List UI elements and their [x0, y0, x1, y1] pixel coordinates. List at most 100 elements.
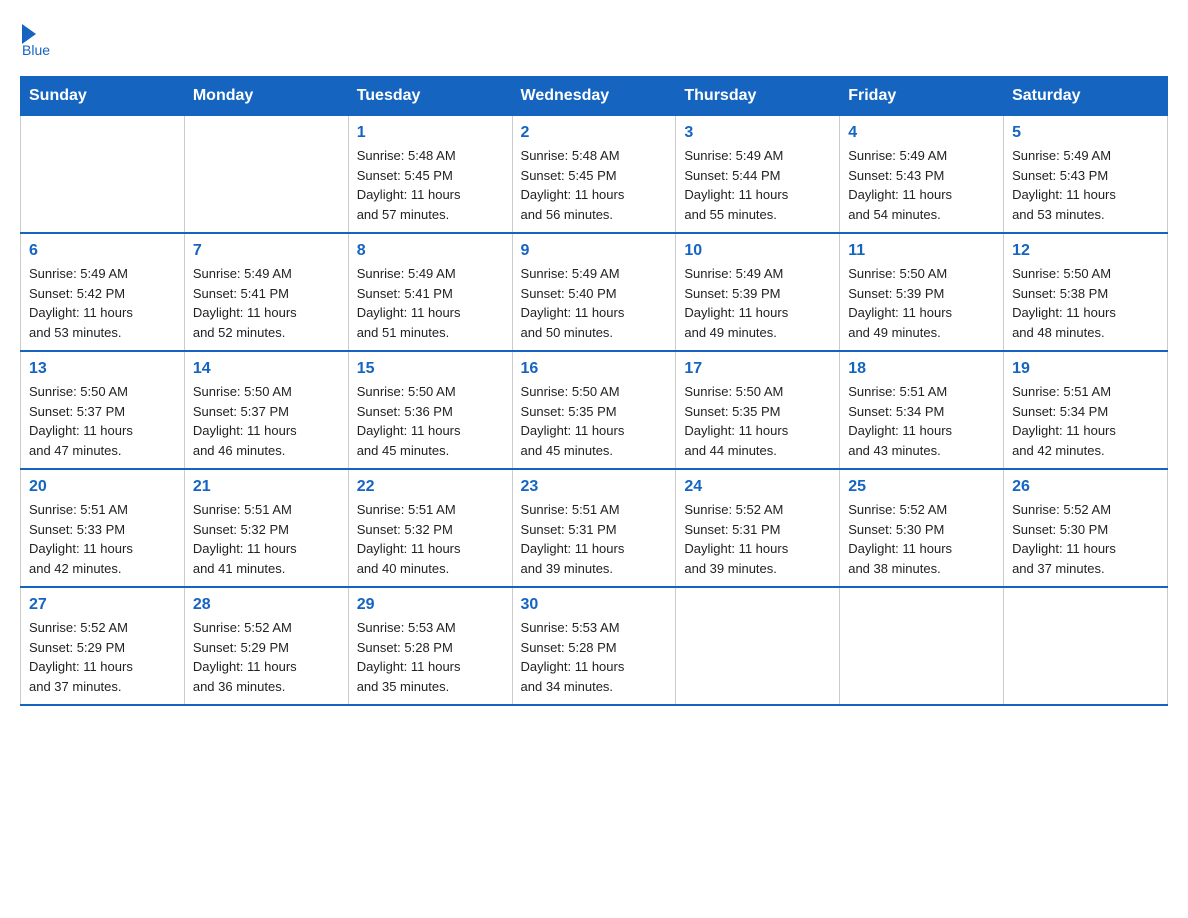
- day-number: 23: [521, 478, 668, 496]
- day-number: 3: [684, 124, 831, 142]
- day-number: 1: [357, 124, 504, 142]
- day-info: Sunrise: 5:52 AM Sunset: 5:31 PM Dayligh…: [684, 500, 831, 578]
- day-info: Sunrise: 5:50 AM Sunset: 5:36 PM Dayligh…: [357, 382, 504, 460]
- day-info: Sunrise: 5:49 AM Sunset: 5:39 PM Dayligh…: [684, 264, 831, 342]
- day-number: 22: [357, 478, 504, 496]
- day-number: 18: [848, 360, 995, 378]
- logo-subtitle: Blue: [22, 42, 50, 58]
- page-header: Blue: [20, 20, 1168, 58]
- day-number: 13: [29, 360, 176, 378]
- day-number: 21: [193, 478, 340, 496]
- weekday-header-thursday: Thursday: [676, 77, 840, 116]
- day-number: 19: [1012, 360, 1159, 378]
- day-number: 20: [29, 478, 176, 496]
- day-info: Sunrise: 5:49 AM Sunset: 5:43 PM Dayligh…: [848, 146, 995, 224]
- day-info: Sunrise: 5:49 AM Sunset: 5:43 PM Dayligh…: [1012, 146, 1159, 224]
- day-info: Sunrise: 5:50 AM Sunset: 5:38 PM Dayligh…: [1012, 264, 1159, 342]
- day-info: Sunrise: 5:48 AM Sunset: 5:45 PM Dayligh…: [357, 146, 504, 224]
- calendar-cell: [676, 587, 840, 705]
- weekday-header-tuesday: Tuesday: [348, 77, 512, 116]
- day-info: Sunrise: 5:49 AM Sunset: 5:41 PM Dayligh…: [357, 264, 504, 342]
- day-info: Sunrise: 5:48 AM Sunset: 5:45 PM Dayligh…: [521, 146, 668, 224]
- weekday-header-friday: Friday: [840, 77, 1004, 116]
- calendar-cell: 17 Sunrise: 5:50 AM Sunset: 5:35 PM Dayli…: [676, 351, 840, 469]
- calendar-cell: 24 Sunrise: 5:52 AM Sunset: 5:31 PM Dayli…: [676, 469, 840, 587]
- calendar-cell: 9 Sunrise: 5:49 AM Sunset: 5:40 PM Daylig…: [512, 233, 676, 351]
- day-number: 14: [193, 360, 340, 378]
- calendar-cell: 19 Sunrise: 5:51 AM Sunset: 5:34 PM Dayli…: [1004, 351, 1168, 469]
- day-info: Sunrise: 5:50 AM Sunset: 5:37 PM Dayligh…: [29, 382, 176, 460]
- calendar-cell: 18 Sunrise: 5:51 AM Sunset: 5:34 PM Dayli…: [840, 351, 1004, 469]
- calendar-header-row: SundayMondayTuesdayWednesdayThursdayFrid…: [21, 77, 1168, 116]
- day-info: Sunrise: 5:51 AM Sunset: 5:32 PM Dayligh…: [193, 500, 340, 578]
- calendar-cell: 23 Sunrise: 5:51 AM Sunset: 5:31 PM Dayli…: [512, 469, 676, 587]
- day-info: Sunrise: 5:49 AM Sunset: 5:40 PM Dayligh…: [521, 264, 668, 342]
- day-info: Sunrise: 5:51 AM Sunset: 5:31 PM Dayligh…: [521, 500, 668, 578]
- calendar-cell: 16Sunrise: 5:50 AM Sunset: 5:35 PM Dayli…: [512, 351, 676, 469]
- calendar-cell: 27 Sunrise: 5:52 AM Sunset: 5:29 PM Dayli…: [21, 587, 185, 705]
- calendar-cell: 13 Sunrise: 5:50 AM Sunset: 5:37 PM Dayli…: [21, 351, 185, 469]
- day-info: Sunrise: 5:53 AM Sunset: 5:28 PM Dayligh…: [521, 618, 668, 696]
- day-number: 5: [1012, 124, 1159, 142]
- calendar-cell: 12 Sunrise: 5:50 AM Sunset: 5:38 PM Dayli…: [1004, 233, 1168, 351]
- day-info: Sunrise: 5:50 AM Sunset: 5:35 PM Dayligh…: [684, 382, 831, 460]
- day-number: 16: [521, 360, 668, 378]
- day-number: 17: [684, 360, 831, 378]
- weekday-header-saturday: Saturday: [1004, 77, 1168, 116]
- calendar-cell: [840, 587, 1004, 705]
- logo-triangle-icon: [22, 24, 36, 44]
- day-number: 2: [521, 124, 668, 142]
- day-info: Sunrise: 5:52 AM Sunset: 5:29 PM Dayligh…: [29, 618, 176, 696]
- calendar-cell: 7Sunrise: 5:49 AM Sunset: 5:41 PM Daylig…: [184, 233, 348, 351]
- calendar-cell: 25Sunrise: 5:52 AM Sunset: 5:30 PM Dayli…: [840, 469, 1004, 587]
- day-info: Sunrise: 5:53 AM Sunset: 5:28 PM Dayligh…: [357, 618, 504, 696]
- weekday-header-monday: Monday: [184, 77, 348, 116]
- calendar-cell: [184, 116, 348, 234]
- calendar-cell: 5 Sunrise: 5:49 AM Sunset: 5:43 PM Daylig…: [1004, 116, 1168, 234]
- calendar-cell: 10 Sunrise: 5:49 AM Sunset: 5:39 PM Dayli…: [676, 233, 840, 351]
- weekday-header-sunday: Sunday: [21, 77, 185, 116]
- day-number: 8: [357, 242, 504, 260]
- calendar-cell: 22 Sunrise: 5:51 AM Sunset: 5:32 PM Dayli…: [348, 469, 512, 587]
- day-info: Sunrise: 5:49 AM Sunset: 5:42 PM Dayligh…: [29, 264, 176, 342]
- calendar-week-row: 27 Sunrise: 5:52 AM Sunset: 5:29 PM Dayli…: [21, 587, 1168, 705]
- calendar-cell: 21 Sunrise: 5:51 AM Sunset: 5:32 PM Dayli…: [184, 469, 348, 587]
- calendar-cell: 4 Sunrise: 5:49 AM Sunset: 5:43 PM Daylig…: [840, 116, 1004, 234]
- day-number: 24: [684, 478, 831, 496]
- calendar-cell: 15Sunrise: 5:50 AM Sunset: 5:36 PM Dayli…: [348, 351, 512, 469]
- day-number: 4: [848, 124, 995, 142]
- day-info: Sunrise: 5:51 AM Sunset: 5:33 PM Dayligh…: [29, 500, 176, 578]
- day-number: 9: [521, 242, 668, 260]
- calendar-cell: 1 Sunrise: 5:48 AM Sunset: 5:45 PM Daylig…: [348, 116, 512, 234]
- day-info: Sunrise: 5:50 AM Sunset: 5:39 PM Dayligh…: [848, 264, 995, 342]
- day-info: Sunrise: 5:49 AM Sunset: 5:41 PM Dayligh…: [193, 264, 340, 342]
- day-info: Sunrise: 5:52 AM Sunset: 5:30 PM Dayligh…: [1012, 500, 1159, 578]
- calendar-cell: 14 Sunrise: 5:50 AM Sunset: 5:37 PM Dayli…: [184, 351, 348, 469]
- day-info: Sunrise: 5:51 AM Sunset: 5:34 PM Dayligh…: [1012, 382, 1159, 460]
- day-info: Sunrise: 5:51 AM Sunset: 5:32 PM Dayligh…: [357, 500, 504, 578]
- calendar-cell: [21, 116, 185, 234]
- day-number: 25: [848, 478, 995, 496]
- day-number: 11: [848, 242, 995, 260]
- day-number: 6: [29, 242, 176, 260]
- calendar-week-row: 13 Sunrise: 5:50 AM Sunset: 5:37 PM Dayli…: [21, 351, 1168, 469]
- calendar-cell: 30 Sunrise: 5:53 AM Sunset: 5:28 PM Dayli…: [512, 587, 676, 705]
- calendar-week-row: 6 Sunrise: 5:49 AM Sunset: 5:42 PM Daylig…: [21, 233, 1168, 351]
- day-number: 28: [193, 596, 340, 614]
- day-number: 30: [521, 596, 668, 614]
- day-number: 12: [1012, 242, 1159, 260]
- day-number: 27: [29, 596, 176, 614]
- calendar-cell: [1004, 587, 1168, 705]
- calendar-week-row: 1 Sunrise: 5:48 AM Sunset: 5:45 PM Daylig…: [21, 116, 1168, 234]
- weekday-header-wednesday: Wednesday: [512, 77, 676, 116]
- day-info: Sunrise: 5:52 AM Sunset: 5:29 PM Dayligh…: [193, 618, 340, 696]
- day-info: Sunrise: 5:50 AM Sunset: 5:37 PM Dayligh…: [193, 382, 340, 460]
- calendar-cell: 26Sunrise: 5:52 AM Sunset: 5:30 PM Dayli…: [1004, 469, 1168, 587]
- day-info: Sunrise: 5:51 AM Sunset: 5:34 PM Dayligh…: [848, 382, 995, 460]
- calendar-cell: 29 Sunrise: 5:53 AM Sunset: 5:28 PM Dayli…: [348, 587, 512, 705]
- calendar-cell: 3Sunrise: 5:49 AM Sunset: 5:44 PM Daylig…: [676, 116, 840, 234]
- day-number: 29: [357, 596, 504, 614]
- day-number: 10: [684, 242, 831, 260]
- calendar-cell: 20 Sunrise: 5:51 AM Sunset: 5:33 PM Dayli…: [21, 469, 185, 587]
- calendar-cell: 2 Sunrise: 5:48 AM Sunset: 5:45 PM Daylig…: [512, 116, 676, 234]
